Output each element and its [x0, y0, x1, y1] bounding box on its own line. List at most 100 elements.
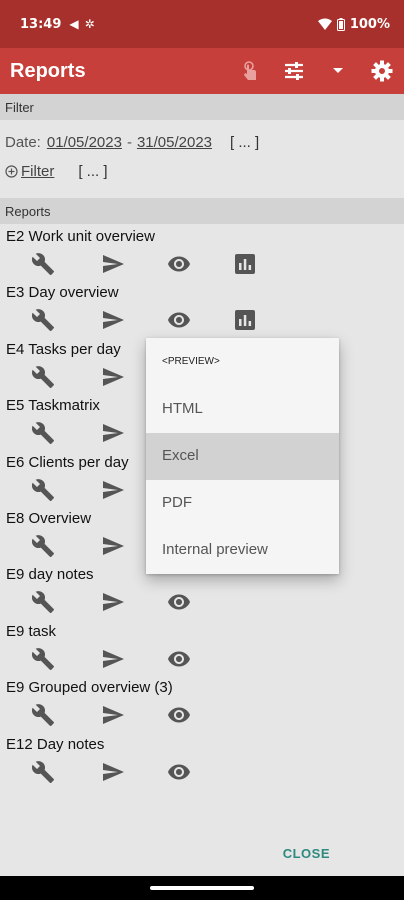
send-icon: [103, 311, 124, 330]
report-name: E8 Overview: [6, 510, 92, 527]
send-icon: [103, 424, 124, 443]
send-icon: [103, 762, 124, 781]
configure-button[interactable]: [27, 643, 59, 675]
report-actions: [0, 248, 404, 280]
report-name: E5 Taskmatrix: [6, 397, 100, 415]
app-bar: Reports: [0, 48, 404, 94]
dropdown-button[interactable]: [316, 48, 360, 94]
send-button[interactable]: [97, 586, 129, 618]
report-item: E9 Grouped overview (3): [0, 679, 404, 735]
eye-icon: [168, 594, 190, 610]
preview-button[interactable]: [163, 643, 195, 675]
report-item: E9 day notes: [0, 566, 404, 622]
send-button[interactable]: [97, 361, 129, 393]
wrench-icon: [31, 591, 54, 614]
app-bar-actions: [228, 48, 404, 94]
plus-circle-icon: [5, 165, 18, 178]
eye-icon: [168, 764, 190, 780]
status-bar: 13:49 ◀ ✲ 100%: [0, 0, 404, 48]
configure-button[interactable]: [27, 530, 59, 562]
filter-add-row: Filter [ ... ]: [5, 163, 108, 180]
status-right: 100%: [317, 16, 390, 32]
send-button[interactable]: [97, 248, 129, 280]
preview-button[interactable]: [163, 304, 195, 336]
sliders-icon: [285, 62, 303, 80]
filter-more-button[interactable]: [ ... ]: [78, 163, 107, 180]
configure-button[interactable]: [27, 361, 59, 393]
chart-button[interactable]: [229, 248, 261, 280]
configure-button[interactable]: [27, 417, 59, 449]
wifi-icon: [317, 18, 332, 30]
settings-button[interactable]: [360, 48, 404, 94]
date-more-button[interactable]: [ ... ]: [230, 134, 259, 151]
preview-button[interactable]: [163, 699, 195, 731]
report-name: E9 day notes: [6, 566, 94, 584]
send-icon: [103, 706, 124, 725]
caret-down-icon: [333, 68, 343, 73]
wrench-icon: [31, 535, 54, 557]
report-name: E2 Work unit overview: [6, 228, 155, 245]
configure-button[interactable]: [27, 699, 59, 731]
battery-level: 100%: [349, 16, 390, 32]
home-gesture-handle[interactable]: [150, 886, 254, 890]
report-actions: [0, 643, 404, 675]
send-icon: [103, 537, 124, 555]
send-button[interactable]: [97, 756, 129, 788]
report-actions: [0, 586, 404, 618]
report-item: E9 task: [0, 623, 404, 679]
preview-menu-item-pdf[interactable]: PDF: [146, 480, 339, 527]
navigation-bar: [0, 876, 404, 900]
page-title: Reports: [10, 59, 86, 82]
report-name: E6 Clients per day: [6, 453, 129, 471]
preview-button[interactable]: [163, 586, 195, 618]
eye-icon: [168, 312, 190, 328]
preview-menu-header: <PREVIEW>: [162, 356, 220, 367]
preview-button[interactable]: [163, 756, 195, 788]
wrench-icon: [31, 365, 54, 388]
clock: 13:49: [20, 16, 62, 32]
configure-button[interactable]: [27, 248, 59, 280]
add-filter-link[interactable]: Filter: [21, 163, 54, 180]
date-separator: -: [126, 134, 132, 151]
configure-button[interactable]: [27, 756, 59, 788]
send-button[interactable]: [97, 530, 129, 562]
preview-menu-item-html[interactable]: HTML: [146, 386, 339, 433]
configure-button[interactable]: [27, 304, 59, 336]
report-name: E4 Tasks per day: [6, 340, 121, 358]
report-item: E12 Day notes: [0, 736, 404, 792]
close-button[interactable]: CLOSE: [283, 846, 330, 861]
reports-section-header: Reports: [0, 198, 404, 224]
send-button[interactable]: [97, 304, 129, 336]
date-to-link[interactable]: 31/05/2023: [137, 134, 212, 151]
report-name: E9 task: [6, 622, 57, 640]
report-item: E3 Day overview: [0, 284, 404, 340]
chart-button[interactable]: [229, 304, 261, 336]
wrench-icon: [31, 253, 54, 275]
preview-menu: <PREVIEW> HTML Excel PDF Internal previe…: [146, 338, 339, 574]
report-name: E3 Day overview: [6, 284, 119, 302]
sort-button[interactable]: [272, 48, 316, 94]
date-filter-row: Date: 01/05/2023 - 31/05/2023 [ ... ]: [5, 134, 259, 151]
send-icon: [103, 367, 124, 386]
touch-button[interactable]: [228, 48, 272, 94]
send-button[interactable]: [97, 699, 129, 731]
preview-menu-item-excel[interactable]: Excel: [146, 433, 339, 480]
filter-section-header: Filter: [0, 94, 404, 120]
bar-chart-icon: [235, 310, 255, 331]
preview-menu-item-internal-preview[interactable]: Internal preview: [146, 527, 339, 574]
send-button[interactable]: [97, 643, 129, 675]
report-item: E2 Work unit overview: [0, 228, 404, 284]
report-actions: [0, 304, 404, 336]
configure-button[interactable]: [27, 474, 59, 506]
report-name: E9 Grouped overview (3): [6, 679, 173, 697]
configure-button[interactable]: [27, 586, 59, 618]
date-from-link[interactable]: 01/05/2023: [47, 134, 122, 151]
touch-icon: [244, 61, 256, 80]
date-label: Date:: [5, 134, 41, 151]
battery-icon: [336, 17, 345, 31]
send-button[interactable]: [97, 417, 129, 449]
eye-icon: [168, 707, 190, 723]
wrench-icon: [31, 647, 54, 670]
send-button[interactable]: [97, 474, 129, 506]
preview-button[interactable]: [163, 248, 195, 280]
